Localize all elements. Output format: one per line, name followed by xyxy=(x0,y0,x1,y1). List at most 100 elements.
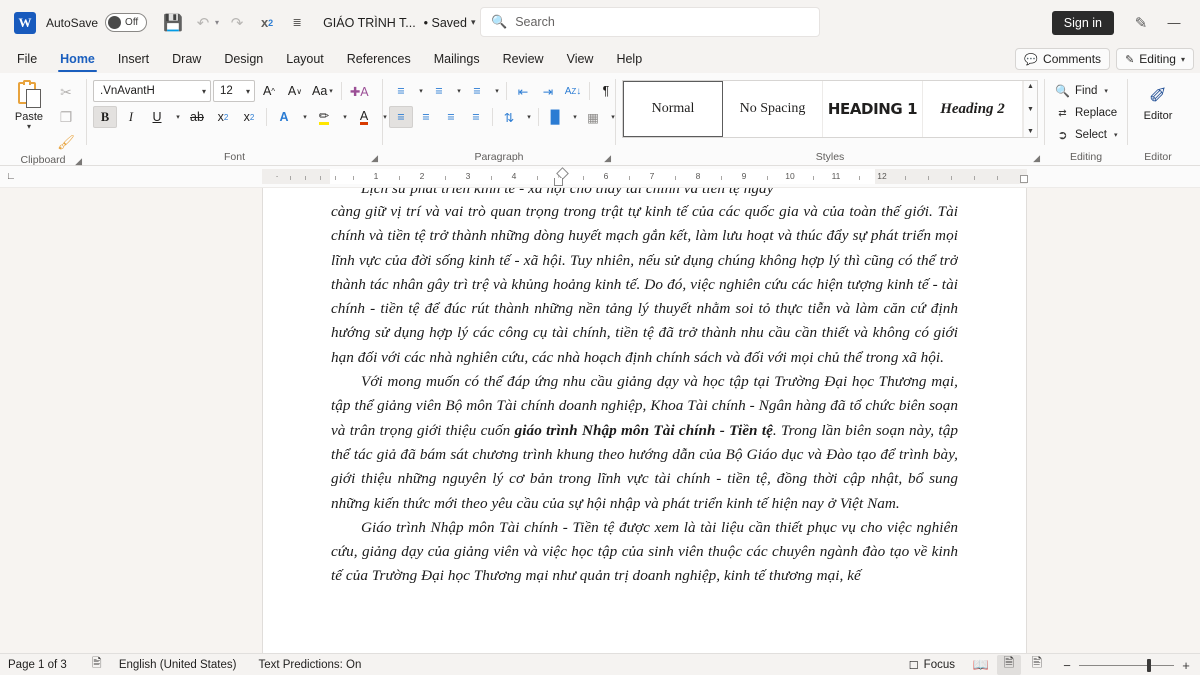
customize-quick-access-icon[interactable]: ≣ xyxy=(283,9,311,37)
language-label[interactable]: English (United States) xyxy=(119,659,237,671)
document-paragraph-2[interactable]: Với mong muốn có thể đáp ứng nhu cầu giả… xyxy=(331,370,958,516)
strikethrough-button[interactable]: ab xyxy=(185,106,209,128)
focus-mode-button[interactable]: ☐ Focus xyxy=(909,659,955,672)
paste-button[interactable]: Paste ▾ xyxy=(6,77,52,131)
grow-font-button[interactable]: A ^ xyxy=(257,80,281,102)
find-dropdown-icon[interactable]: ▾ xyxy=(1104,87,1108,95)
underline-dropdown-icon[interactable]: ▾ xyxy=(171,106,183,128)
editor-button[interactable]: ✐ Editor xyxy=(1134,77,1182,123)
justify-icon[interactable]: ≡ xyxy=(464,106,488,128)
style-heading-2[interactable]: Heading 2 xyxy=(923,81,1023,137)
style-heading-1[interactable]: HEADING 1 xyxy=(823,81,923,137)
scissors-icon[interactable]: ✂ xyxy=(54,81,78,103)
comments-button[interactable]: 💬 Comments xyxy=(1015,48,1111,70)
document-page[interactable]: Lịch sử phát triển kinh tế - xã hội cho … xyxy=(262,188,1027,653)
text-predictions-label[interactable]: Text Predictions: On xyxy=(258,659,361,671)
increase-indent-icon[interactable]: ⇥ xyxy=(536,80,560,102)
align-left-icon[interactable]: ≡ xyxy=(389,106,413,128)
style-no-spacing[interactable]: No Spacing xyxy=(723,81,823,137)
select-dropdown-icon[interactable]: ▾ xyxy=(1114,131,1118,139)
search-box[interactable]: 🔍 Search xyxy=(480,7,820,37)
styles-scroll-up-icon[interactable]: ▲ xyxy=(1027,83,1034,90)
shading-icon[interactable]: █ xyxy=(543,106,567,128)
replace-button[interactable]: ⇄ Replace xyxy=(1051,103,1121,123)
tab-insert[interactable]: Insert xyxy=(107,49,160,70)
page-number-label[interactable]: Page 1 of 3 xyxy=(8,659,67,671)
tab-draw[interactable]: Draw xyxy=(161,49,212,70)
paragraph-marks-icon[interactable]: ¶ xyxy=(594,80,618,102)
bold-button[interactable]: B xyxy=(93,106,117,128)
numbered-list-dropdown-icon[interactable]: ▾ xyxy=(452,80,464,102)
sign-in-button[interactable]: Sign in xyxy=(1051,10,1114,35)
styles-scroll-down-icon[interactable]: ▼ xyxy=(1027,106,1034,113)
highlight-color-icon[interactable]: ✏ xyxy=(312,106,336,128)
editing-mode-button[interactable]: ✎ Editing ▾ xyxy=(1116,48,1194,70)
zoom-out-button[interactable]: − xyxy=(1061,658,1073,673)
find-button[interactable]: 🔍 Find ▾ xyxy=(1051,81,1121,101)
font-name-combo[interactable]: .VnAvantH ▾ xyxy=(93,80,211,102)
tab-home[interactable]: Home xyxy=(49,49,106,72)
multilevel-list-dropdown-icon[interactable]: ▾ xyxy=(490,80,502,102)
font-color-icon[interactable]: A xyxy=(352,106,376,128)
print-layout-icon[interactable]: 🗎 xyxy=(997,655,1021,675)
tab-help[interactable]: Help xyxy=(605,49,653,70)
right-indent-marker[interactable] xyxy=(1020,175,1028,183)
underline-button[interactable]: U xyxy=(145,106,169,128)
tab-references[interactable]: References xyxy=(336,49,422,70)
paragraph-dialog-launcher-icon[interactable]: ◢ xyxy=(604,151,611,166)
zoom-control[interactable]: − + xyxy=(1061,658,1192,673)
proofing-errors-icon[interactable]: 🖹 xyxy=(89,654,105,675)
borders-icon[interactable]: ▦ xyxy=(581,106,605,128)
font-size-combo[interactable]: 12 ▾ xyxy=(213,80,255,102)
saved-dropdown-icon[interactable]: ▾ xyxy=(471,17,476,28)
styles-more-icon[interactable]: ▼ xyxy=(1027,128,1034,135)
clear-formatting-icon[interactable]: ✚A xyxy=(347,80,372,102)
select-button[interactable]: ➲ Select ▾ xyxy=(1051,125,1121,145)
page-text-body[interactable]: Lịch sử phát triển kinh tế - xã hội cho … xyxy=(331,188,958,653)
line-spacing-icon[interactable]: ⇅ xyxy=(497,106,521,128)
text-effects-dropdown-icon[interactable]: ▾ xyxy=(298,106,310,128)
numbered-list-icon[interactable]: ≡ xyxy=(427,80,451,102)
bullet-list-icon[interactable]: ≡ xyxy=(389,80,413,102)
horizontal-ruler[interactable]: ∟ · 1 2 3 4 5 6 7 8 9 10 11 12 xyxy=(0,166,1200,188)
format-painter-icon[interactable]: 🖌 xyxy=(54,131,78,153)
superscript-button[interactable]: x2 xyxy=(237,106,261,128)
undo-icon[interactable]: ↶ xyxy=(189,9,217,37)
pen-icon[interactable]: ✎ xyxy=(1126,8,1156,38)
tab-view[interactable]: View xyxy=(556,49,605,70)
font-dialog-launcher-icon[interactable]: ◢ xyxy=(371,151,378,166)
text-effects-button[interactable]: A xyxy=(272,106,296,128)
styles-gallery-scrollbar[interactable]: ▲ ▼ ▼ xyxy=(1023,81,1037,137)
subscript-button[interactable]: x2 xyxy=(211,106,235,128)
italic-button[interactable]: I xyxy=(119,106,143,128)
undo-dropdown-icon[interactable]: ▾ xyxy=(215,18,219,27)
minimize-icon[interactable]: — xyxy=(1156,8,1192,38)
tab-mailings[interactable]: Mailings xyxy=(423,49,491,70)
tab-layout[interactable]: Layout xyxy=(275,49,335,70)
tab-file[interactable]: File xyxy=(6,49,48,70)
document-paragraph-3[interactable]: Giáo trình Nhập môn Tài chính - Tiền tệ … xyxy=(331,516,958,589)
sort-icon[interactable]: A Z ↓ xyxy=(561,80,585,102)
styles-dialog-launcher-icon[interactable]: ◢ xyxy=(1033,151,1040,166)
shading-dropdown-icon[interactable]: ▾ xyxy=(568,106,580,128)
redo-icon[interactable]: ↷ xyxy=(223,9,251,37)
read-mode-icon[interactable]: 📖 xyxy=(969,655,993,675)
zoom-slider-track[interactable] xyxy=(1079,658,1174,672)
document-paragraph-1[interactable]: càng giữ vị trí và vai trò quan trọng tr… xyxy=(331,200,958,370)
style-normal[interactable]: Normal xyxy=(623,81,723,137)
change-case-button[interactable]: Aa ▾ xyxy=(309,80,336,102)
multilevel-list-icon[interactable]: ≡ xyxy=(465,80,489,102)
align-center-icon[interactable]: ≡ xyxy=(414,106,438,128)
copy-icon[interactable]: ❐ xyxy=(54,106,78,128)
align-right-icon[interactable]: ≡ xyxy=(439,106,463,128)
line-spacing-dropdown-icon[interactable]: ▾ xyxy=(522,106,534,128)
web-layout-icon[interactable]: 🖹 xyxy=(1025,655,1049,675)
tab-review[interactable]: Review xyxy=(492,49,555,70)
bullet-list-dropdown-icon[interactable]: ▾ xyxy=(414,80,426,102)
save-icon[interactable]: 💾 xyxy=(159,9,187,37)
document-name-label[interactable]: GIÁO TRÌNH T... xyxy=(323,16,416,30)
tab-design[interactable]: Design xyxy=(213,49,274,70)
paste-dropdown-icon[interactable]: ▾ xyxy=(27,123,31,131)
highlight-dropdown-icon[interactable]: ▾ xyxy=(338,106,350,128)
document-workspace[interactable]: Lịch sử phát triển kinh tế - xã hội cho … xyxy=(0,188,1200,653)
